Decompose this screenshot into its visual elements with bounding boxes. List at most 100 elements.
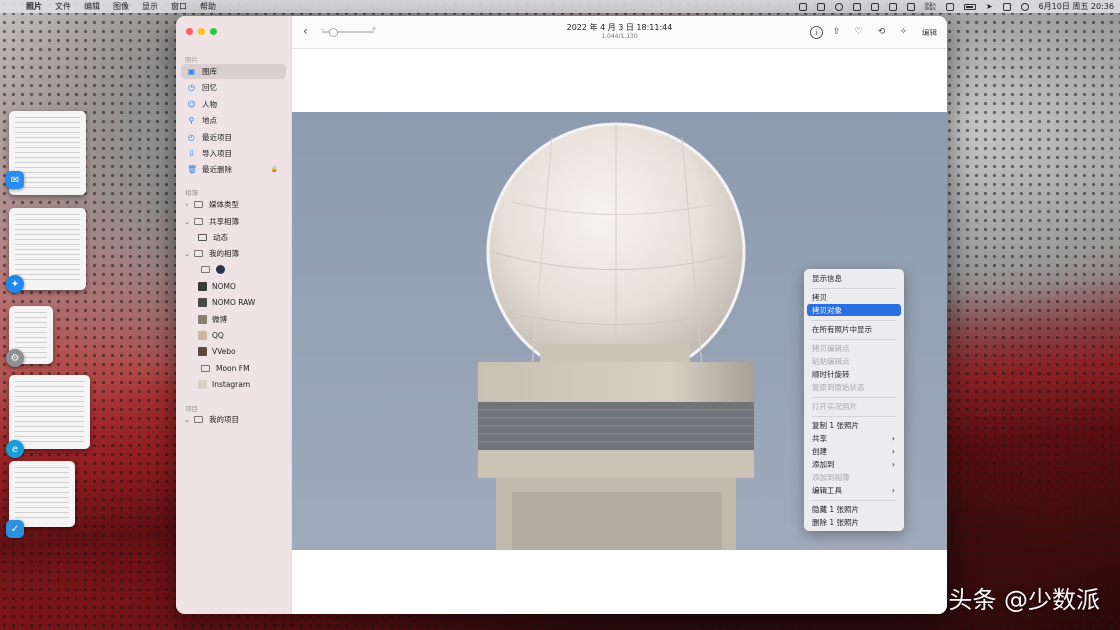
menu-item-edit-with[interactable]: 编辑工具 › bbox=[807, 484, 901, 496]
menu-item-copy[interactable]: 拷贝 bbox=[807, 291, 901, 303]
sidebar-item-places[interactable]: ⚲ 地点 bbox=[181, 113, 286, 128]
folder-icon bbox=[194, 416, 203, 423]
network-speed[interactable]: 0KB/s 0KB/s bbox=[924, 2, 936, 11]
menu-item-copy-edits[interactable]: 拷贝编辑点 bbox=[807, 342, 901, 354]
menu-item-share[interactable]: 共享 › bbox=[807, 432, 901, 444]
rotate-icon[interactable]: ⟲ bbox=[876, 26, 887, 37]
menu-app-name[interactable]: 照片 bbox=[26, 1, 42, 12]
sidebar-item-recents[interactable]: ◴ 最近项目 bbox=[181, 130, 286, 145]
sidebar-item-album-untitled[interactable] bbox=[181, 262, 286, 277]
wifi-status-icon[interactable] bbox=[870, 2, 879, 11]
sidebar-item-label: 微博 bbox=[212, 315, 227, 324]
send-icon[interactable]: ➤ bbox=[986, 2, 993, 11]
info-icon[interactable]: i bbox=[810, 26, 823, 39]
auto-enhance-icon[interactable]: ✧ bbox=[898, 26, 909, 37]
album-thumbnail bbox=[198, 347, 207, 356]
sidebar-item-album-moon-fm[interactable]: Moon FM bbox=[181, 361, 286, 376]
layers-icon[interactable] bbox=[834, 2, 843, 11]
menu-item-paste-edits[interactable]: 粘贴编辑点 bbox=[807, 355, 901, 367]
zoom-window-icon[interactable] bbox=[210, 28, 217, 35]
sidebar-item-label: 我的相簿 bbox=[209, 249, 239, 258]
sidebar-item-activity[interactable]: 动态 bbox=[181, 230, 286, 245]
watermark: 头条 @少数派 bbox=[948, 586, 1100, 614]
sidebar-item-imports[interactable]: ⇩ 导入项目 bbox=[181, 146, 286, 161]
sidebar-item-my-albums[interactable]: ⌄ 我的相簿 bbox=[181, 246, 286, 261]
safari-app-icon: ✦ bbox=[6, 275, 24, 293]
sidebar-item-people[interactable]: ☺ 人物 bbox=[181, 97, 286, 112]
menu-window[interactable]: 窗口 bbox=[171, 1, 187, 12]
status-a-icon[interactable] bbox=[798, 2, 807, 11]
chevron-down-icon[interactable]: ⌄ bbox=[183, 416, 191, 424]
menu-image[interactable]: 图像 bbox=[113, 1, 129, 12]
menu-item-copy-subject[interactable]: 拷贝对象 bbox=[807, 304, 901, 316]
chevron-right-icon[interactable]: › bbox=[183, 201, 191, 209]
sidebar-item-album-qq[interactable]: QQ bbox=[181, 328, 286, 343]
menu-item-open-live-photo[interactable]: 打开实况照片 bbox=[807, 400, 901, 412]
folder-icon bbox=[194, 201, 203, 208]
share-icon[interactable]: ⇧ bbox=[831, 26, 842, 37]
sidebar-item-recently-deleted[interactable]: 🗑 最近删除 🔒 bbox=[181, 162, 286, 177]
sidebar-item-label: 人物 bbox=[202, 100, 217, 109]
folder-icon bbox=[194, 218, 203, 225]
display-icon[interactable] bbox=[945, 2, 954, 11]
stage-window-tweets[interactable] bbox=[9, 461, 75, 527]
photo-context-menu: 显示信息 拷贝 拷贝对象 在所有照片中显示 拷贝编辑点 粘贴编辑点 顺时针旋转 … bbox=[804, 269, 904, 531]
chevron-down-icon[interactable]: ⌄ bbox=[183, 218, 191, 226]
siri-icon[interactable] bbox=[1020, 2, 1029, 11]
photo-library-icon: ▣ bbox=[187, 67, 196, 76]
menu-item-add-to-album[interactable]: 添加到相簿 bbox=[807, 471, 901, 483]
menu-item-rotate-clockwise[interactable]: 顺时针旋转 bbox=[807, 368, 901, 380]
sidebar-item-album-weibo[interactable]: 微博 bbox=[181, 312, 286, 327]
menu-file[interactable]: 文件 bbox=[55, 1, 71, 12]
sidebar-item-album-vvebo[interactable]: VVebo bbox=[181, 344, 286, 359]
sidebar-item-my-projects[interactable]: ⌄ 我的项目 bbox=[181, 412, 286, 427]
menu-item-revert-original[interactable]: 复原到原始状态 bbox=[807, 381, 901, 393]
menu-separator bbox=[812, 288, 896, 289]
folder-icon bbox=[194, 250, 203, 257]
chevron-down-icon[interactable]: ⌄ bbox=[183, 250, 191, 258]
favorite-heart-icon[interactable]: ♡ bbox=[853, 26, 864, 37]
menu-clock[interactable]: 6月10日 周五 20:36 bbox=[1039, 1, 1114, 12]
tweetbot-app-icon: ✓ bbox=[6, 520, 24, 538]
sidebar-item-album-nomo[interactable]: NOMO bbox=[181, 279, 286, 294]
menu-separator bbox=[812, 320, 896, 321]
menu-item-create[interactable]: 创建 › bbox=[807, 445, 901, 457]
sidebar-item-album-instagram[interactable]: Instagram bbox=[181, 377, 286, 392]
sidebar-item-label: Instagram bbox=[212, 380, 251, 389]
app-status-icon[interactable] bbox=[852, 2, 861, 11]
cat-icon[interactable] bbox=[888, 2, 897, 11]
folder-icon bbox=[201, 365, 210, 372]
sidebar-toggle-icon[interactable] bbox=[816, 2, 825, 11]
menu-item-add-to[interactable]: 添加到 › bbox=[807, 458, 901, 470]
album-thumbnail bbox=[198, 380, 207, 389]
sidebar-item-label: 最近项目 bbox=[202, 133, 232, 142]
menu-item-show-in-all-photos[interactable]: 在所有照片中显示 bbox=[807, 323, 901, 335]
album-thumbnail bbox=[198, 298, 207, 307]
menu-edit[interactable]: 编辑 bbox=[84, 1, 100, 12]
menu-item-show-info[interactable]: 显示信息 bbox=[807, 272, 901, 284]
close-window-icon[interactable] bbox=[186, 28, 193, 35]
menu-item-duplicate[interactable]: 复制 1 张照片 bbox=[807, 419, 901, 431]
battery-icon[interactable] bbox=[963, 3, 976, 10]
sidebar-item-library[interactable]: ▣ 图库 bbox=[181, 64, 286, 79]
menu-item-hide-photo[interactable]: 隐藏 1 张照片 bbox=[807, 503, 901, 515]
trash-icon: 🗑 bbox=[187, 165, 198, 174]
photo-index-subtitle: 1,044/1,130 bbox=[601, 33, 638, 40]
control-center-icon[interactable] bbox=[1002, 2, 1011, 11]
menu-help[interactable]: 帮助 bbox=[200, 1, 216, 12]
sidebar-item-memories[interactable]: ◷ 回忆 bbox=[181, 80, 286, 95]
sidebar-item-label: 地点 bbox=[202, 116, 217, 125]
bell-icon[interactable] bbox=[906, 2, 915, 11]
menu-view[interactable]: 显示 bbox=[142, 1, 158, 12]
menu-item-delete-photo[interactable]: 删除 1 张照片 bbox=[807, 516, 901, 528]
stage-window-edge[interactable] bbox=[9, 375, 90, 449]
sidebar-item-media-types[interactable]: › 媒体类型 bbox=[181, 197, 286, 212]
sidebar-item-album-nomo-raw[interactable]: NOMO RAW bbox=[181, 295, 286, 310]
net-down-speed: 0KB/s bbox=[924, 5, 936, 11]
minimize-window-icon[interactable] bbox=[198, 28, 205, 35]
edit-button[interactable]: 编辑 bbox=[922, 27, 937, 38]
sidebar: 照片 ▣ 图库 ◷ 回忆 ☺ 人物 ⚲ 地点 ◴ 最近项目 ⇩ 导入项目 🗑 最… bbox=[176, 16, 292, 614]
sidebar-item-shared-albums[interactable]: ⌄ 共享相簿 bbox=[181, 214, 286, 229]
chevron-right-icon: › bbox=[891, 485, 895, 495]
imports-icon: ⇩ bbox=[188, 149, 195, 158]
